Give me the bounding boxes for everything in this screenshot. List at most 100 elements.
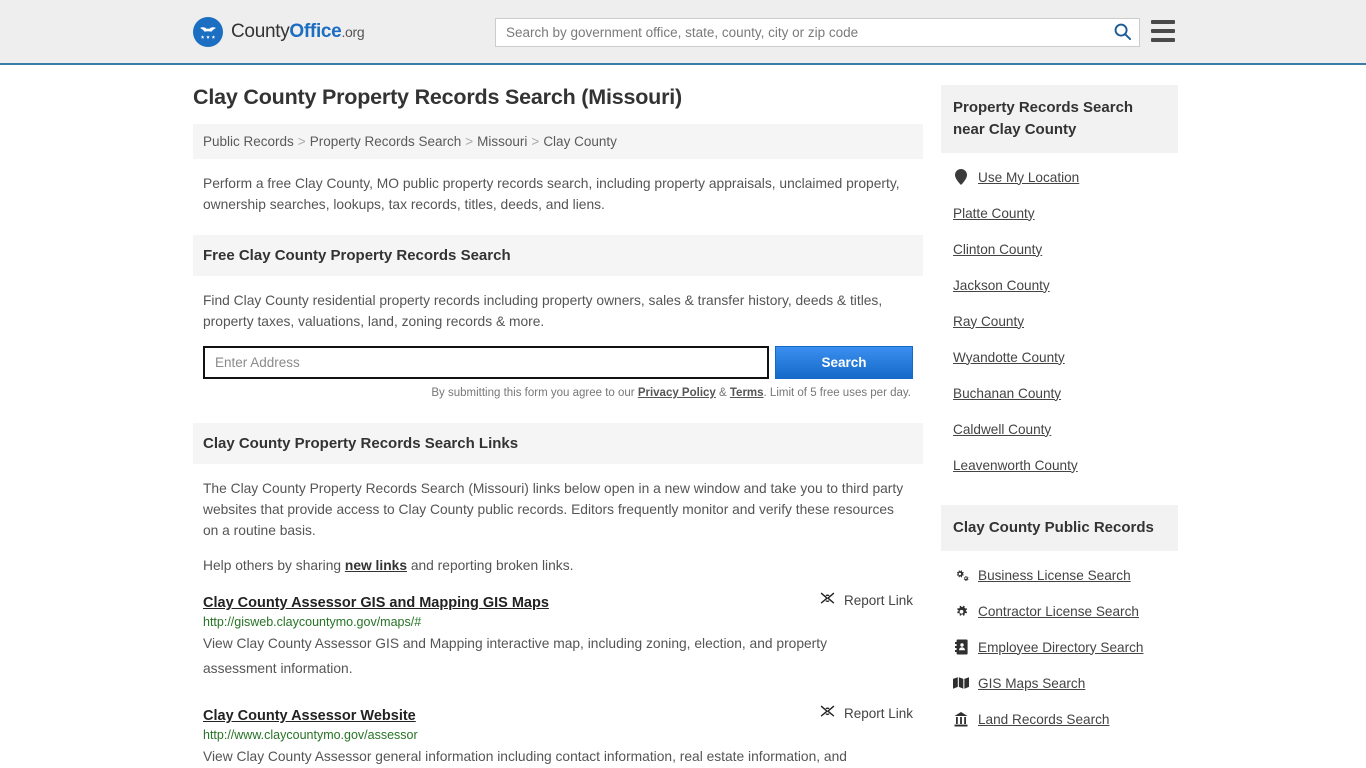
map-pin-icon <box>953 169 969 185</box>
sidebar-item-leavenworth-county[interactable]: Leavenworth County <box>953 447 1178 483</box>
sidebar-link-label[interactable]: Ray County <box>953 314 1024 329</box>
resource-link-title[interactable]: Clay County Assessor Website <box>203 708 416 724</box>
sidebar-item-employee-directory-search[interactable]: Employee Directory Search <box>953 629 1178 665</box>
page-intro-text: Perform a free Clay County, MO public pr… <box>203 176 900 212</box>
sidebar-item-gis-maps-search[interactable]: GIS Maps Search <box>953 665 1178 701</box>
search-icon <box>1113 22 1132 44</box>
eagle-shield-icon <box>193 16 223 47</box>
search-input[interactable] <box>496 19 1105 46</box>
sidebar-link-label[interactable]: Use My Location <box>978 170 1079 185</box>
nearby-county-list: Use My Location Platte County Clinton Co… <box>941 153 1178 483</box>
hamburger-bar <box>1151 29 1175 33</box>
breadcrumb: Public Records > Property Records Search > M… <box>193 124 923 159</box>
public-records-panel: Clay County Public Records Business Lice… <box>941 505 1178 737</box>
sidebar-item-platte-county[interactable]: Platte County <box>953 195 1178 231</box>
address-book-icon <box>953 639 969 655</box>
cogs-icon <box>953 568 969 582</box>
resource-link-description: View Clay County Assessor general inform… <box>203 749 847 764</box>
sidebar-item-land-records-search[interactable]: Land Records Search <box>953 701 1178 737</box>
search-links-help: Help others by sharing new links and rep… <box>203 555 913 576</box>
sidebar-item-use-my-location[interactable]: Use My Location <box>953 159 1178 195</box>
hamburger-menu-icon[interactable] <box>1151 20 1175 42</box>
public-records-list: Business License Search Contractor Licen… <box>941 551 1178 737</box>
sidebar-link-label[interactable]: Platte County <box>953 206 1035 221</box>
address-input[interactable] <box>203 346 770 379</box>
sidebar-link-label[interactable]: Caldwell County <box>953 422 1051 437</box>
public-records-heading: Clay County Public Records <box>941 505 1178 551</box>
resource-link-description: View Clay County Assessor GIS and Mappin… <box>203 636 828 676</box>
logo-word-office: Office <box>289 20 342 42</box>
disclaimer-suffix: . Limit of 5 free uses per day. <box>763 387 911 399</box>
resource-link-title[interactable]: Clay County Assessor GIS and Mapping GIS… <box>203 595 549 611</box>
free-search-heading: Free Clay County Property Records Search <box>193 235 923 276</box>
address-search-button[interactable]: Search <box>775 346 913 379</box>
disclaimer-amp: & <box>715 387 730 399</box>
resource-link-url: http://www.claycountymo.gov/assessor <box>203 728 418 742</box>
sidebar-item-contractor-license-search[interactable]: Contractor License Search <box>953 593 1178 629</box>
breadcrumb-item-clay-county: Clay County <box>543 134 617 149</box>
logo-word-county: County <box>231 20 290 42</box>
report-link-button[interactable]: Report Link <box>807 703 913 723</box>
disclaimer-prefix: By submitting this form you agree to our <box>431 387 638 399</box>
sidebar-link-label[interactable]: Buchanan County <box>953 386 1061 401</box>
sidebar-link-label[interactable]: Clinton County <box>953 242 1042 257</box>
nearby-search-heading: Property Records Search near Clay County <box>941 85 1178 153</box>
sidebar-link-label[interactable]: Employee Directory Search <box>978 640 1143 655</box>
sidebar-link-label[interactable]: Wyandotte County <box>953 350 1065 365</box>
breadcrumb-separator: > <box>297 134 306 149</box>
logo-wordmark: CountyOffice.org <box>231 20 365 43</box>
gear-icon <box>953 604 969 619</box>
sidebar-item-business-license-search[interactable]: Business License Search <box>953 557 1178 593</box>
nearby-search-panel: Property Records Search near Clay County… <box>941 85 1178 483</box>
broken-link-icon <box>819 703 836 723</box>
search-links-panel: Clay County Property Records Search Link… <box>193 423 923 576</box>
sidebar-link-label[interactable]: Business License Search <box>978 568 1131 583</box>
list-item: Clay County Assessor Website Report Link <box>193 703 923 768</box>
hamburger-bar <box>1151 38 1175 42</box>
search-links-heading: Clay County Property Records Search Link… <box>193 423 923 464</box>
breadcrumb-item-property-records-search[interactable]: Property Records Search <box>310 134 462 149</box>
report-link-label: Report Link <box>843 705 913 721</box>
breadcrumb-item-missouri[interactable]: Missouri <box>477 134 527 149</box>
sidebar-link-label[interactable]: Land Records Search <box>978 712 1109 727</box>
site-logo[interactable]: CountyOffice.org <box>193 16 365 47</box>
terms-link[interactable]: Terms <box>730 387 764 399</box>
page-title: Clay County Property Records Search (Mis… <box>193 85 683 109</box>
breadcrumb-item-public-records[interactable]: Public Records <box>203 134 294 149</box>
report-link-label: Report Link <box>843 592 913 608</box>
main-content: Clay County Property Records Search (Mis… <box>193 85 923 768</box>
breadcrumb-separator: > <box>465 134 474 149</box>
sidebar-item-wyandotte-county[interactable]: Wyandotte County <box>953 339 1178 375</box>
address-search-form: Search <box>203 346 913 379</box>
sidebar-item-clinton-county[interactable]: Clinton County <box>953 231 1178 267</box>
logo-word-org: .org <box>341 23 365 40</box>
sidebar-item-buchanan-county[interactable]: Buchanan County <box>953 375 1178 411</box>
sidebar-link-label[interactable]: GIS Maps Search <box>978 676 1085 691</box>
report-link-button[interactable]: Report Link <box>807 590 913 610</box>
help-suffix: and reporting broken links. <box>407 558 574 573</box>
page-body: Clay County Property Records Search (Mis… <box>0 65 1366 768</box>
hamburger-bar <box>1151 20 1175 24</box>
sidebar-item-jackson-county[interactable]: Jackson County <box>953 267 1178 303</box>
new-links-link[interactable]: new links <box>345 558 407 573</box>
sidebar: Property Records Search near Clay County… <box>941 85 1178 768</box>
sidebar-item-caldwell-county[interactable]: Caldwell County <box>953 411 1178 447</box>
sidebar-link-label[interactable]: Jackson County <box>953 278 1050 293</box>
broken-link-icon <box>819 590 836 610</box>
sidebar-link-label[interactable]: Leavenworth County <box>953 458 1078 473</box>
privacy-policy-link[interactable]: Privacy Policy <box>638 387 716 399</box>
form-disclaimer: By submitting this form you agree to our… <box>203 379 913 399</box>
resource-link-url: http://gisweb.claycountymo.gov/maps/# <box>203 615 422 629</box>
free-search-description: Find Clay County residential property re… <box>203 293 883 329</box>
breadcrumb-separator: > <box>531 134 540 149</box>
free-search-panel: Free Clay County Property Records Search… <box>193 235 923 399</box>
site-header: CountyOffice.org <box>0 0 1366 65</box>
global-search-bar <box>495 18 1140 47</box>
list-item: Clay County Assessor GIS and Mapping GIS… <box>193 590 923 681</box>
help-prefix: Help others by sharing <box>203 558 345 573</box>
search-submit-button[interactable] <box>1105 19 1139 46</box>
sidebar-item-ray-county[interactable]: Ray County <box>953 303 1178 339</box>
map-icon <box>953 676 969 690</box>
sidebar-link-label[interactable]: Contractor License Search <box>978 604 1139 619</box>
search-links-paragraph: The Clay County Property Records Search … <box>203 481 904 538</box>
